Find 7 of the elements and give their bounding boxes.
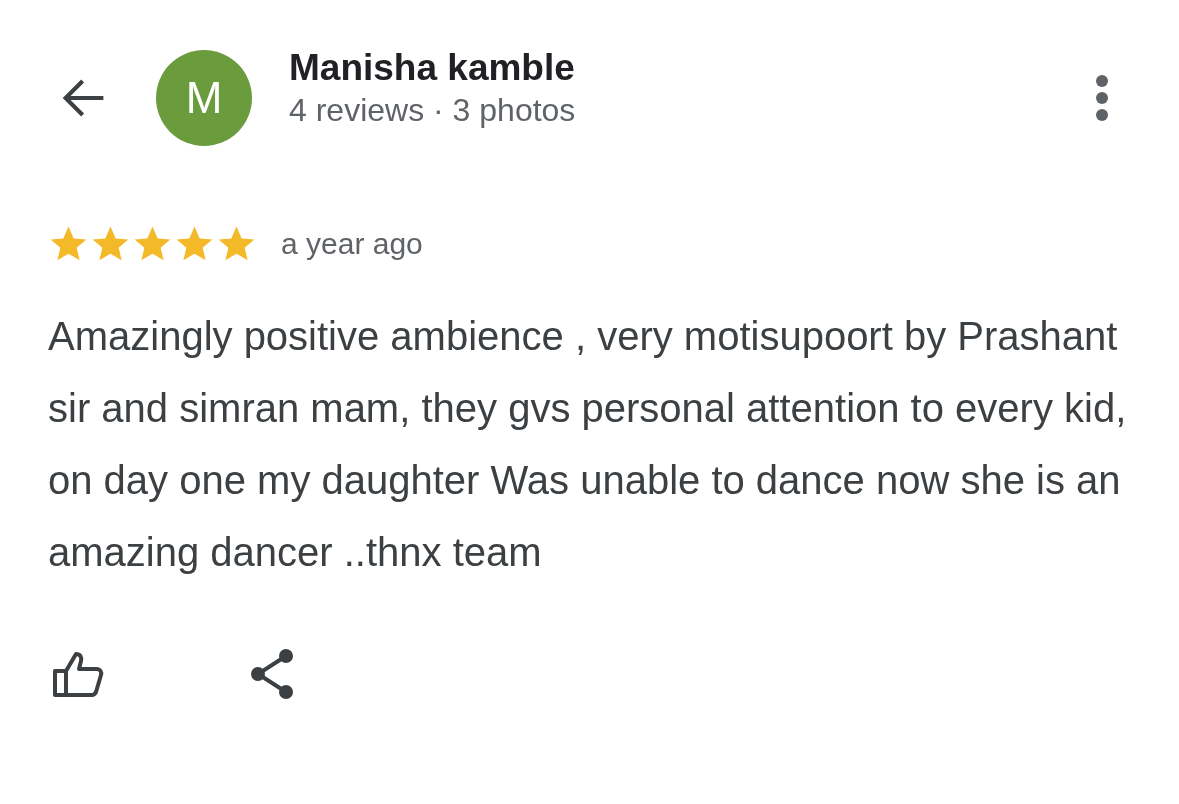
avatar: M <box>156 50 252 146</box>
share-icon[interactable] <box>248 648 296 700</box>
review-time: a year ago <box>281 227 423 261</box>
review-text: Amazingly positive ambience , very motisupoort by Prashant sir and simran mam, they gvs personal attention to every kid, on day one my daughter Was unable to dance now she is an amazing dancer ..thnx team <box>48 313 1128 576</box>
more-menu-icon[interactable] <box>1095 74 1109 122</box>
reviewer-stats: 4 reviews · 3 photos <box>289 91 577 130</box>
reviewer-name: Manisha kamble <box>289 46 576 90</box>
